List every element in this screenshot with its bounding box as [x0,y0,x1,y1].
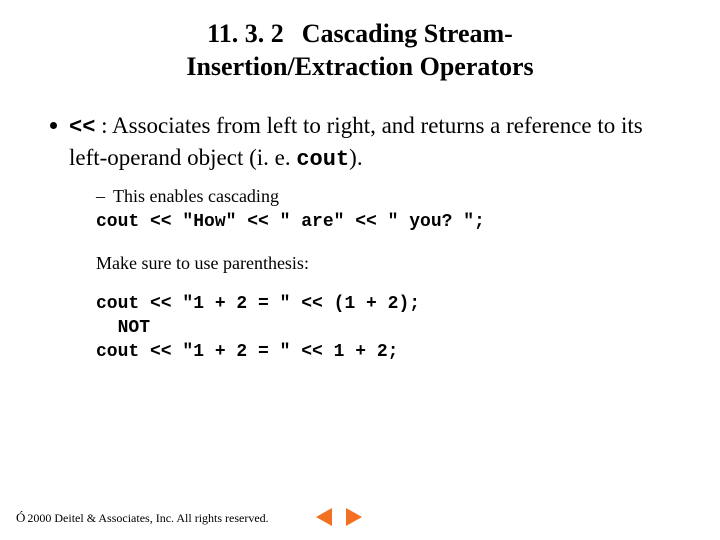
nav-prev-icon[interactable] [316,508,332,526]
bullet-text: << : Associates from left to right, and … [69,111,682,174]
slide: 11. 3. 2 Cascading Stream- Insertion/Extr… [0,0,720,540]
title-line-1: Cascading Stream- [302,19,513,48]
parenthesis-note: Make sure to use parenthesis: [96,253,682,274]
sub-bullet-text: This enables cascading [113,184,279,208]
copyright-symbol: Ó [16,510,25,526]
slide-title: 11. 3. 2 Cascading Stream- Insertion/Extr… [38,18,682,83]
dash-icon: – [96,184,105,208]
bullet-sep: : [95,113,112,138]
bullet-item: << : Associates from left to right, and … [50,111,682,174]
title-line-2: Insertion/Extraction Operators [186,52,533,81]
nav-next-icon[interactable] [346,508,362,526]
code-example-1: cout << "How" << " are" << " you? "; [96,210,682,234]
section-number: 11. 3. 2 [207,19,284,48]
operator-code: << [69,115,95,140]
sub-bullet: – This enables cascading [96,184,682,208]
code-example-2: cout << "1 + 2 = " << (1 + 2); NOT cout … [96,292,682,365]
copyright-footer: Ó 2000 Deitel & Associates, Inc. All rig… [16,510,269,526]
copyright-text: 2000 Deitel & Associates, Inc. All right… [27,511,268,526]
cout-code: cout [296,147,349,172]
bullet-dot-icon [50,122,57,129]
bullet-text-2: ). [349,145,362,170]
